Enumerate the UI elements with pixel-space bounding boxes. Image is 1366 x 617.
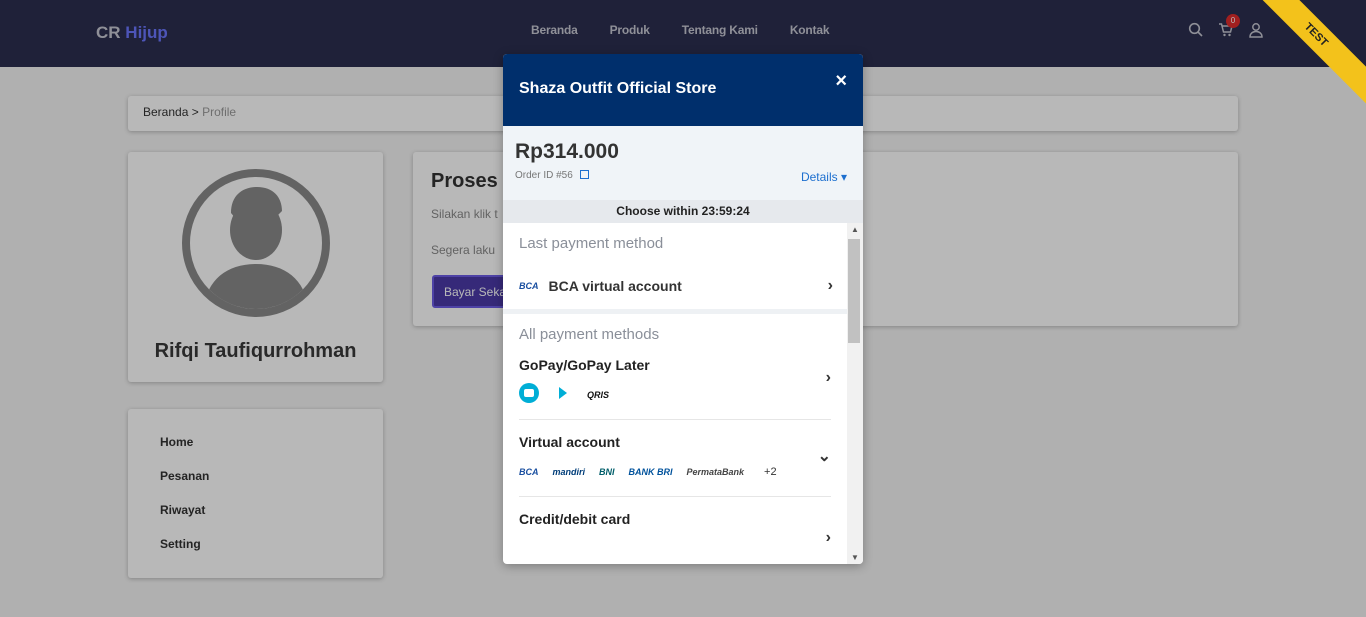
gopay-logos: QRIS xyxy=(519,382,831,408)
copy-icon[interactable] xyxy=(579,170,589,179)
payment-modal: Shaza Outfit Official Store × Rp314.000 … xyxy=(503,54,863,564)
bca-logo: BCA xyxy=(519,281,539,291)
last-payment-title: Last payment method xyxy=(519,235,664,252)
chevron-right-icon: › xyxy=(827,277,833,294)
timer-label: Choose within xyxy=(616,204,699,218)
order-amount: Rp314.000 xyxy=(515,140,619,163)
scroll-up-arrow-icon[interactable]: ▲ xyxy=(851,225,859,234)
qris-logo: QRIS xyxy=(587,390,610,400)
card-title: Credit/debit card xyxy=(519,511,631,527)
last-payment-name: BCA virtual account xyxy=(548,278,682,294)
chevron-right-icon: › xyxy=(825,529,831,546)
merchant-name: Shaza Outfit Official Store xyxy=(519,80,717,97)
payment-group-virtual-account[interactable]: Virtual account ⌄ BCA mandiri BNI BANK B… xyxy=(519,434,831,497)
payment-methods-list[interactable]: Last payment method BCA BCA virtual acco… xyxy=(503,223,847,564)
close-icon[interactable]: × xyxy=(835,70,847,93)
gopay-title: GoPay/GoPay Later xyxy=(519,357,650,373)
last-payment-bca[interactable]: BCA BCA virtual account › xyxy=(519,275,839,297)
bank-logos: BCA mandiri BNI BANK BRI PermataBank +2 xyxy=(519,462,831,482)
bca-logo: BCA xyxy=(519,467,539,477)
details-toggle[interactable]: Details ▾ xyxy=(801,170,847,184)
chevron-down-icon: ⌄ xyxy=(817,448,831,465)
scroll-thumb[interactable] xyxy=(848,239,860,343)
all-payment-section: All payment methods GoPay/GoPay Later › … xyxy=(503,314,847,546)
mandiri-logo: mandiri xyxy=(552,467,586,477)
last-payment-section: Last payment method BCA BCA virtual acco… xyxy=(503,223,847,314)
modal-scrollbar[interactable]: ▲ ▼ xyxy=(847,223,863,564)
order-summary: Rp314.000 Order ID #56 Details ▾ xyxy=(503,126,863,200)
gopay-icon xyxy=(519,382,539,408)
permata-logo: PermataBank xyxy=(686,467,745,477)
gopay-later-icon xyxy=(553,383,573,408)
order-id-text: Order ID #56 xyxy=(515,170,573,181)
timer-value: 23:59:24 xyxy=(701,204,750,218)
bni-logo: BNI xyxy=(599,467,615,477)
modal-header: Shaza Outfit Official Store × xyxy=(503,54,863,126)
bri-logo: BANK BRI xyxy=(628,467,673,477)
payment-group-gopay[interactable]: GoPay/GoPay Later › QRIS xyxy=(519,357,831,420)
payment-timer: Choose within 23:59:24 xyxy=(503,200,863,223)
chevron-right-icon: › xyxy=(825,369,831,386)
all-payment-title: All payment methods xyxy=(519,326,660,343)
order-id: Order ID #56 xyxy=(515,170,589,181)
virtual-account-title: Virtual account xyxy=(519,434,620,450)
scroll-down-arrow-icon[interactable]: ▼ xyxy=(851,553,859,562)
more-banks-count: +2 xyxy=(764,466,777,478)
payment-group-card[interactable]: Credit/debit card › xyxy=(519,511,831,546)
